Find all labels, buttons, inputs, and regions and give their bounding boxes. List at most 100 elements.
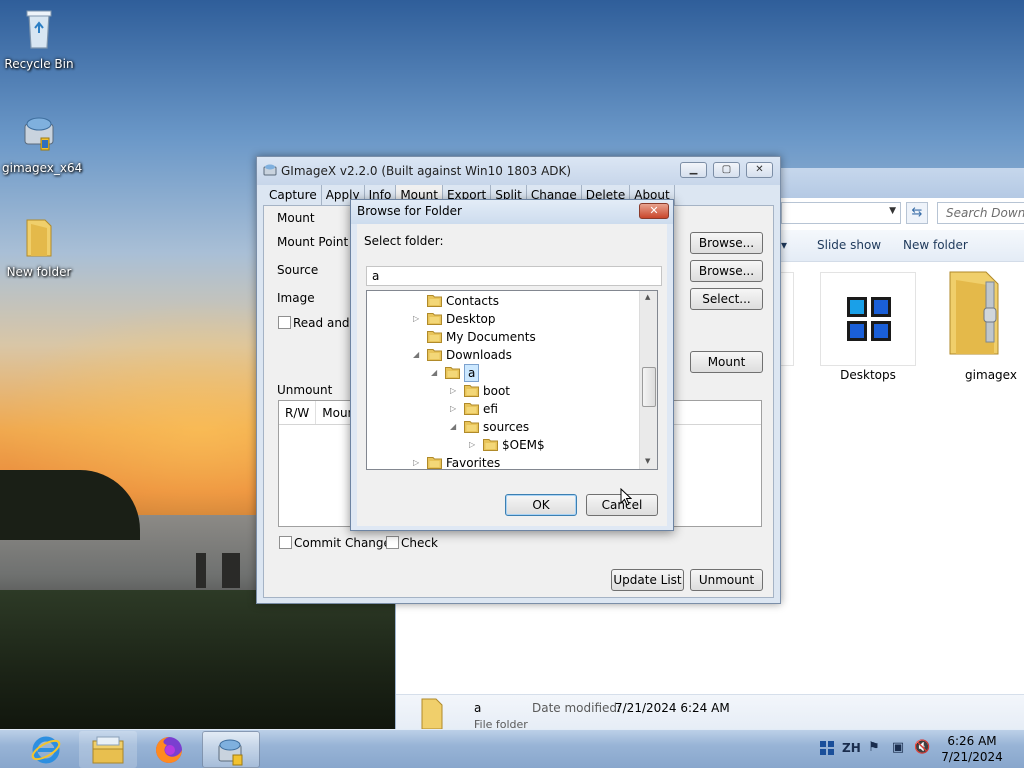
details-name: a xyxy=(474,701,482,715)
tree-node[interactable]: ▷ Desktop xyxy=(367,310,637,328)
tree-node-label: Contacts xyxy=(446,294,499,308)
collapse-arrow-icon[interactable]: ◢ xyxy=(413,346,423,364)
folder-icon xyxy=(464,403,479,415)
expand-arrow-icon[interactable]: ▷ xyxy=(450,382,460,400)
details-modified-label: Date modified: xyxy=(532,701,622,715)
tree-node[interactable]: ▷ boot xyxy=(367,382,637,400)
windows-grid-icon[interactable] xyxy=(819,740,835,756)
dialog-title: Browse for Folder xyxy=(351,200,673,224)
read-write-checkbox[interactable] xyxy=(278,316,291,329)
maximize-button[interactable]: ▢ xyxy=(713,162,740,178)
expand-arrow-icon[interactable]: ▷ xyxy=(450,400,460,418)
source-label: Source xyxy=(277,263,319,277)
tree-node-label: Desktop xyxy=(446,312,496,326)
expand-arrow-icon[interactable]: ▷ xyxy=(469,436,479,454)
tree-node[interactable]: ◢ Downloads xyxy=(367,346,637,364)
network-icon[interactable]: ▣ xyxy=(890,740,906,756)
close-button[interactable]: ✕ xyxy=(746,162,773,178)
wallpaper-piling xyxy=(196,553,206,588)
desktop-icon-recycle-bin[interactable]: Recycle Bin xyxy=(2,6,76,71)
tree-node-label: boot xyxy=(483,384,511,398)
wallpaper-piling xyxy=(222,553,240,588)
taskbar-firefox[interactable] xyxy=(140,731,198,768)
tree-node-label: My Documents xyxy=(446,330,536,344)
select-image-button[interactable]: Select... xyxy=(690,288,763,310)
taskbar-gimagex[interactable] xyxy=(202,731,260,768)
tree-scrollbar[interactable]: ▲ ▼ xyxy=(639,291,657,469)
browse-mount-point-button[interactable]: Browse... xyxy=(690,232,763,254)
documents-folder-icon xyxy=(427,331,442,343)
ime-indicator[interactable]: ZH xyxy=(842,740,861,756)
file-tile-label: Desktops xyxy=(840,368,896,382)
taskbar-internet-explorer[interactable] xyxy=(18,731,76,768)
maximize-icon: ▢ xyxy=(721,164,732,175)
scrollbar-thumb[interactable] xyxy=(642,367,656,407)
unmount-button[interactable]: Unmount xyxy=(690,569,763,591)
collapse-arrow-icon[interactable]: ◢ xyxy=(431,364,441,382)
tree-node[interactable]: ◢ sources xyxy=(367,418,637,436)
file-explorer-icon xyxy=(92,736,124,764)
mouse-cursor-icon xyxy=(620,488,632,506)
details-modified-value: 7/21/2024 6:24 AM xyxy=(615,701,730,715)
expand-arrow-icon[interactable]: ▷ xyxy=(413,454,423,469)
action-center-flag-icon[interactable]: ⚑ xyxy=(866,740,882,756)
update-list-button[interactable]: Update List xyxy=(611,569,684,591)
expand-arrow-icon[interactable]: ▷ xyxy=(413,310,423,328)
details-pane: a Date modified: 7/21/2024 6:24 AM File … xyxy=(396,694,1024,731)
tree-node[interactable]: ▷ $OEM$ xyxy=(367,436,637,454)
zip-folder-icon[interactable] xyxy=(946,268,1002,358)
desktop-icon-gimagex[interactable]: gimagex_x64 xyxy=(2,110,83,175)
check-checkbox[interactable] xyxy=(386,536,399,549)
dialog-body: Select folder: a Contacts ▷ Desktop My Docu… xyxy=(357,224,667,526)
tree-node[interactable]: My Documents xyxy=(367,328,637,346)
file-tile-desktops[interactable] xyxy=(820,272,916,366)
system-clock[interactable]: 6:26 AM 7/21/2024 xyxy=(938,733,1006,765)
volume-muted-icon[interactable]: 🔇 xyxy=(914,740,930,756)
new-folder-button[interactable]: New folder xyxy=(903,238,968,252)
contacts-folder-icon xyxy=(427,295,442,307)
mount-button[interactable]: Mount xyxy=(690,351,763,373)
column-header-rw[interactable]: R/W xyxy=(279,401,317,424)
scroll-down-icon[interactable]: ▼ xyxy=(645,457,650,465)
taskbar-file-explorer[interactable] xyxy=(79,731,137,768)
scroll-up-icon[interactable]: ▲ xyxy=(645,293,650,301)
mount-group-label: Mount xyxy=(277,211,315,225)
folder-path-input[interactable]: a xyxy=(366,266,662,286)
desktop-folder-icon xyxy=(427,313,442,325)
tree-node[interactable]: Contacts xyxy=(367,292,637,310)
internet-explorer-icon xyxy=(31,736,61,764)
dialog-close-button[interactable]: ✕ xyxy=(639,203,669,219)
desktop-icon-label: gimagex_x64 xyxy=(2,161,83,175)
collapse-arrow-icon[interactable]: ◢ xyxy=(450,418,460,436)
refresh-button[interactable]: ⇆ xyxy=(906,202,928,224)
tree-node-label: efi xyxy=(483,402,498,416)
firefox-icon xyxy=(156,737,182,763)
commit-changes-checkbox[interactable] xyxy=(279,536,292,549)
minimize-button[interactable]: ▁ xyxy=(680,162,707,178)
folder-icon xyxy=(26,219,52,257)
tree-node[interactable]: ▷ efi xyxy=(367,400,637,418)
desktop-icon-label: New folder xyxy=(6,265,72,279)
search-input[interactable]: Search Downlo xyxy=(937,202,1024,224)
minimize-icon: ▁ xyxy=(689,164,698,175)
tree-node[interactable]: ▷ Favorites xyxy=(367,454,637,469)
gimagex-icon xyxy=(263,164,277,176)
tree-node-label: sources xyxy=(483,420,530,434)
browse-for-folder-dialog[interactable]: Browse for Folder ✕ Select folder: a Con… xyxy=(350,199,674,531)
address-bar[interactable]: ▼ xyxy=(781,202,901,224)
folder-tree[interactable]: Contacts ▷ Desktop My Documents ◢ Downloads ◢ a… xyxy=(366,290,658,470)
desktop-icon-new-folder[interactable]: New folder xyxy=(2,214,76,279)
close-icon: ✕ xyxy=(755,164,764,175)
file-tile-label: gimagex xyxy=(965,368,1017,382)
tree-node-label: a xyxy=(464,364,480,382)
gimagex-icon xyxy=(24,117,54,151)
chevron-down-icon[interactable]: ▼ xyxy=(889,206,896,216)
tab-capture[interactable]: Capture xyxy=(265,185,322,205)
clock-time: 6:26 AM xyxy=(947,734,997,748)
slide-show-button[interactable]: Slide show xyxy=(817,238,881,252)
tree-node[interactable]: ◢ a xyxy=(367,364,637,382)
clock-date: 7/21/2024 xyxy=(941,750,1003,764)
ok-button[interactable]: OK xyxy=(505,494,577,516)
chevron-down-icon[interactable]: ▾ xyxy=(781,238,787,252)
browse-source-button[interactable]: Browse... xyxy=(690,260,763,282)
